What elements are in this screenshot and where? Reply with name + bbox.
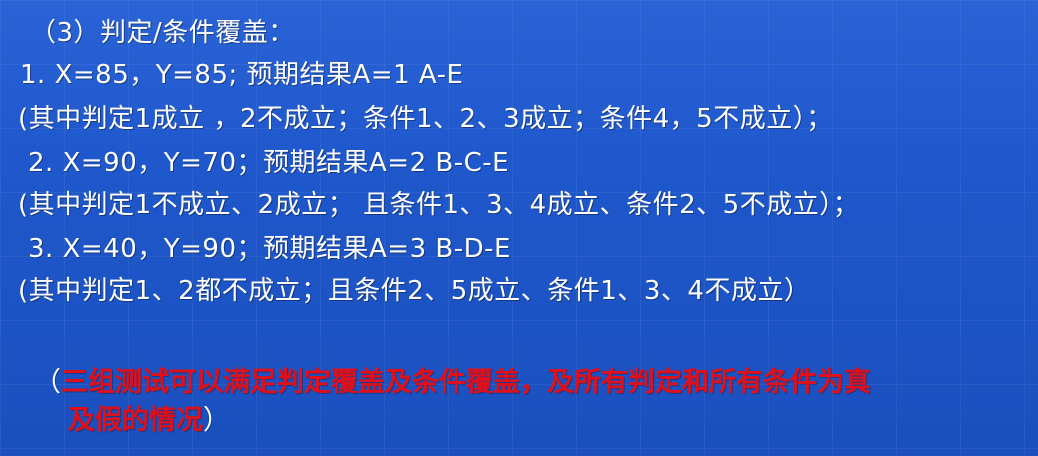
- summary-text-line-2: 及假的情况: [68, 405, 203, 436]
- summary-note-row-1: （三组测试可以满足判定覆盖及条件覆盖，及所有判定和所有条件为真: [34, 364, 1034, 402]
- summary-text-line-1: 三组测试可以满足判定覆盖及条件覆盖，及所有判定和所有条件为真: [61, 367, 871, 398]
- slide-background: （3）判定/条件覆盖： 1. X=85，Y=85; 预期结果A=1 A-E (其…: [0, 0, 1038, 456]
- summary-close-paren: ）: [203, 405, 230, 436]
- summary-note-row-2: 及假的情况）: [34, 402, 1034, 440]
- case-2-line: 2. X=90，Y=70；预期结果A=2 B-C-E: [28, 148, 510, 178]
- case-3-detail: (其中判定1、2都不成立；且条件2、5成立、条件1、3、4不成立）: [18, 276, 811, 306]
- section-title: （3）判定/条件覆盖：: [30, 18, 295, 48]
- case-3-line: 3. X=40，Y=90；预期结果A=3 B-D-E: [28, 234, 511, 264]
- summary-note: （三组测试可以满足判定覆盖及条件覆盖，及所有判定和所有条件为真 及假的情况）: [34, 364, 1034, 440]
- case-2-detail: (其中判定1不成立、2成立； 且条件1、3、4成立、条件2、5不成立）；: [18, 190, 860, 220]
- case-1-line: 1. X=85，Y=85; 预期结果A=1 A-E: [20, 60, 464, 90]
- case-1-detail: (其中判定1成立 ，2不成立；条件1、2、3成立；条件4，5不成立）；: [18, 104, 833, 134]
- summary-open-paren: （: [34, 367, 61, 398]
